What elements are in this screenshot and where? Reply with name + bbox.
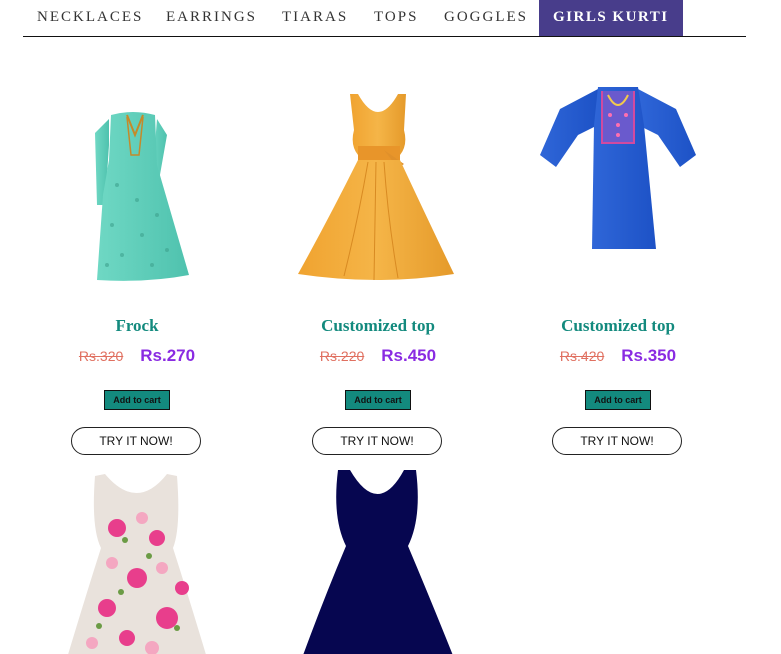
product-card: Customized top Rs.220 Rs.450 Add to cart … <box>258 80 498 460</box>
try-it-now-button[interactable]: TRY IT NOW! <box>552 427 682 455</box>
old-price: Rs.320 <box>78 348 124 364</box>
new-price: Rs.450 <box>381 346 437 365</box>
product-prices: Rs.420 Rs.350 <box>498 346 738 366</box>
add-to-cart-button[interactable]: Add to cart <box>345 390 411 410</box>
nav-item-necklaces[interactable]: NECKLACES <box>37 0 143 36</box>
nav-item-earrings[interactable]: EARRINGS <box>166 0 257 36</box>
product-prices: Rs.320 Rs.270 <box>17 346 257 366</box>
old-price: Rs.420 <box>559 348 605 364</box>
new-price: Rs.270 <box>140 346 196 365</box>
product-card: Customized top Rs.420 Rs.350 Add to cart … <box>498 80 738 460</box>
product-card <box>17 468 257 654</box>
product-image-blue-kurti[interactable] <box>498 85 738 260</box>
add-to-cart-button[interactable]: Add to cart <box>585 390 651 410</box>
product-image-orange-dress[interactable] <box>258 90 498 285</box>
try-it-now-button[interactable]: TRY IT NOW! <box>312 427 442 455</box>
nav-item-goggles[interactable]: GOGGLES <box>444 0 528 36</box>
try-it-now-button[interactable]: TRY IT NOW! <box>71 427 201 455</box>
new-price: Rs.350 <box>621 346 677 365</box>
category-nav: NECKLACES EARRINGS TIARAS TOPS GOGGLES G… <box>23 0 746 37</box>
product-card <box>258 468 498 654</box>
product-image-floral-dress[interactable] <box>17 468 257 654</box>
product-name[interactable]: Frock <box>17 316 257 336</box>
nav-item-tiaras[interactable]: TIARAS <box>282 0 348 36</box>
product-name[interactable]: Customized top <box>258 316 498 336</box>
nav-item-tops[interactable]: TOPS <box>374 0 418 36</box>
add-to-cart-button[interactable]: Add to cart <box>104 390 170 410</box>
old-price: Rs.220 <box>319 348 365 364</box>
product-image-mint-dress[interactable] <box>17 105 257 285</box>
product-prices: Rs.220 Rs.450 <box>258 346 498 366</box>
product-card: Frock Rs.320 Rs.270 Add to cart TRY IT NO… <box>17 80 257 460</box>
nav-item-girls-kurti[interactable]: GIRLS KURTI <box>539 0 683 36</box>
product-image-navy-dress[interactable] <box>258 468 498 654</box>
product-name[interactable]: Customized top <box>498 316 738 336</box>
